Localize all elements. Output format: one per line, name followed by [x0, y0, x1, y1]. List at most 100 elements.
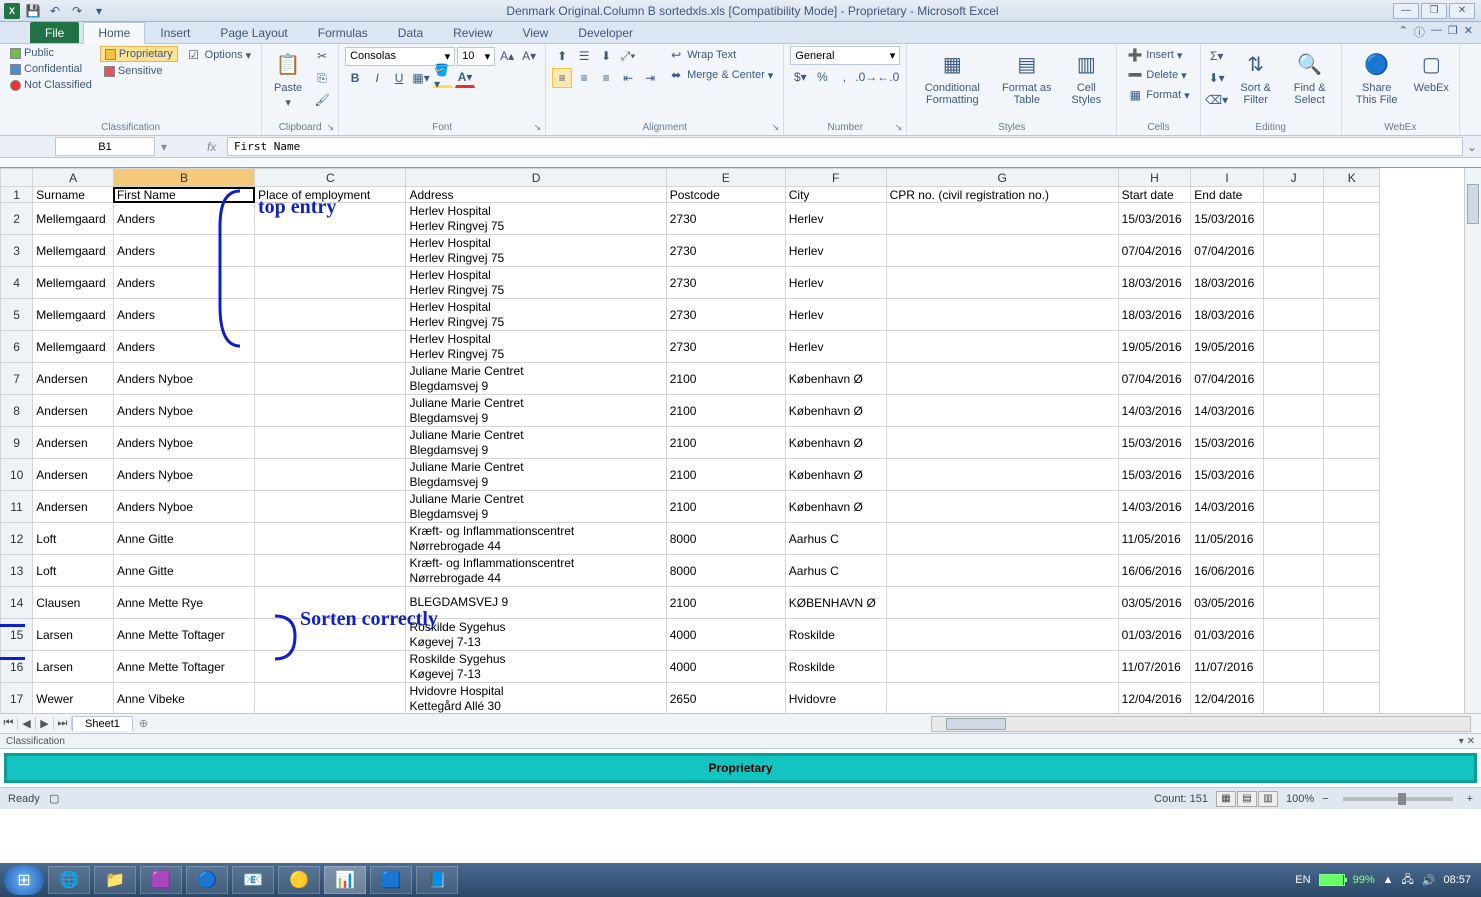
- tray-vol-icon[interactable]: 🔊: [1422, 874, 1436, 887]
- cell[interactable]: [255, 555, 406, 587]
- cell[interactable]: Postcode: [666, 187, 785, 203]
- tab-view[interactable]: View: [508, 22, 564, 43]
- cell[interactable]: Kræft- og Inflammationscentret Nørrebrog…: [406, 523, 666, 555]
- cell[interactable]: Juliane Marie Centret Blegdamsvej 9: [406, 491, 666, 523]
- mdi-min-icon[interactable]: —: [1431, 24, 1442, 40]
- row-header[interactable]: 10: [1, 459, 33, 491]
- cell[interactable]: Roskilde: [785, 651, 886, 683]
- tab-data[interactable]: Data: [383, 22, 438, 43]
- cell[interactable]: [1324, 235, 1380, 267]
- share-file-button[interactable]: 🔵Share This File: [1348, 46, 1406, 108]
- cell[interactable]: KØBENHAVN Ø: [785, 587, 886, 619]
- cell[interactable]: 15/03/2016: [1191, 427, 1264, 459]
- cell[interactable]: [1324, 187, 1380, 203]
- cell[interactable]: Wewer: [33, 683, 114, 714]
- row-header[interactable]: 3: [1, 235, 33, 267]
- row-header[interactable]: 4: [1, 267, 33, 299]
- cell[interactable]: 01/03/2016: [1118, 619, 1191, 651]
- insert-button[interactable]: ➕Insert▾: [1123, 46, 1193, 64]
- taskbar-ie-icon[interactable]: 🌐: [48, 866, 90, 894]
- cell[interactable]: [255, 427, 406, 459]
- cell[interactable]: [1263, 619, 1324, 651]
- cell[interactable]: 2100: [666, 587, 785, 619]
- percent-icon[interactable]: %: [812, 67, 832, 87]
- col-header[interactable]: K: [1324, 169, 1380, 187]
- cell[interactable]: 2730: [666, 267, 785, 299]
- cell[interactable]: Loft: [33, 555, 114, 587]
- cell[interactable]: 18/03/2016: [1118, 267, 1191, 299]
- indent-dec-icon[interactable]: ⇤: [618, 68, 638, 88]
- cell[interactable]: [255, 523, 406, 555]
- cell[interactable]: Roskilde Sygehus Køgevej 7-13: [406, 651, 666, 683]
- cell[interactable]: [255, 363, 406, 395]
- vertical-scrollbar[interactable]: [1464, 168, 1481, 713]
- public-btn[interactable]: Public: [6, 46, 96, 60]
- cell[interactable]: [1263, 395, 1324, 427]
- row-header[interactable]: 12: [1, 523, 33, 555]
- cell[interactable]: Herlev: [785, 267, 886, 299]
- cell[interactable]: Juliane Marie Centret Blegdamsvej 9: [406, 395, 666, 427]
- cell[interactable]: 4000: [666, 651, 785, 683]
- cell[interactable]: 2730: [666, 203, 785, 235]
- cell[interactable]: 16/06/2016: [1118, 555, 1191, 587]
- cell[interactable]: Andersen: [33, 395, 114, 427]
- row-header[interactable]: 9: [1, 427, 33, 459]
- autosum-icon[interactable]: Σ▾: [1207, 46, 1227, 66]
- fill-color-icon[interactable]: 🪣▾: [433, 68, 453, 88]
- col-header[interactable]: F: [785, 169, 886, 187]
- cell[interactable]: 12/04/2016: [1191, 683, 1264, 714]
- cell[interactable]: Place of employment: [255, 187, 406, 203]
- cell[interactable]: 03/05/2016: [1191, 587, 1264, 619]
- cell[interactable]: [1324, 459, 1380, 491]
- cell[interactable]: [255, 267, 406, 299]
- align-right-icon[interactable]: ≡: [596, 68, 616, 88]
- tab-formulas[interactable]: Formulas: [303, 22, 383, 43]
- battery-icon[interactable]: [1319, 874, 1345, 886]
- grow-font-icon[interactable]: A▴: [497, 46, 517, 66]
- cell[interactable]: 11/05/2016: [1191, 523, 1264, 555]
- taskbar-word-icon[interactable]: 📘: [416, 866, 458, 894]
- cell[interactable]: Herlev Hospital Herlev Ringvej 75: [406, 203, 666, 235]
- col-header[interactable]: I: [1191, 169, 1264, 187]
- cell[interactable]: [886, 523, 1118, 555]
- copy-icon[interactable]: ⎘: [312, 68, 332, 88]
- col-header[interactable]: J: [1263, 169, 1324, 187]
- taskbar-explorer-icon[interactable]: 📁: [94, 866, 136, 894]
- cell[interactable]: [255, 491, 406, 523]
- redo-icon[interactable]: ↷: [68, 2, 86, 20]
- alignment-launcher-icon[interactable]: ↘: [772, 122, 780, 133]
- cell[interactable]: [1324, 203, 1380, 235]
- cell[interactable]: 07/04/2016: [1118, 363, 1191, 395]
- cell[interactable]: 11/07/2016: [1118, 651, 1191, 683]
- undo-icon[interactable]: ↶: [46, 2, 64, 20]
- number-launcher-icon[interactable]: ↘: [895, 122, 903, 133]
- taskbar-chrome-icon[interactable]: 🟡: [278, 866, 320, 894]
- close-button[interactable]: ✕: [1449, 3, 1475, 19]
- cell[interactable]: 2100: [666, 427, 785, 459]
- cell[interactable]: [886, 555, 1118, 587]
- border-icon[interactable]: ▦▾: [411, 68, 431, 88]
- align-center-icon[interactable]: ≡: [574, 68, 594, 88]
- restore-button[interactable]: ❐: [1421, 3, 1447, 19]
- font-launcher-icon[interactable]: ↘: [534, 122, 542, 133]
- cell[interactable]: 14/03/2016: [1191, 491, 1264, 523]
- cell[interactable]: Anne Mette Rye: [113, 587, 254, 619]
- cell[interactable]: 2650: [666, 683, 785, 714]
- mdi-restore-icon[interactable]: ❐: [1448, 24, 1458, 40]
- cell[interactable]: Juliane Marie Centret Blegdamsvej 9: [406, 363, 666, 395]
- delete-button[interactable]: ➖Delete▾: [1123, 66, 1193, 84]
- cell[interactable]: 2100: [666, 491, 785, 523]
- cell[interactable]: [1263, 427, 1324, 459]
- taskbar-app2-icon[interactable]: 🔵: [186, 866, 228, 894]
- currency-icon[interactable]: $▾: [790, 67, 810, 87]
- cell[interactable]: Anders: [113, 331, 254, 363]
- tab-insert[interactable]: Insert: [145, 22, 205, 43]
- taskbar-excel-icon[interactable]: 📊: [324, 866, 366, 894]
- clipboard-launcher-icon[interactable]: ↘: [327, 122, 335, 133]
- cell[interactable]: [255, 587, 406, 619]
- new-sheet-icon[interactable]: ⊕: [133, 717, 154, 730]
- cell[interactable]: Herlev Hospital Herlev Ringvej 75: [406, 331, 666, 363]
- row-header[interactable]: 8: [1, 395, 33, 427]
- cell[interactable]: Mellemgaard: [33, 235, 114, 267]
- cell[interactable]: Mellemgaard: [33, 299, 114, 331]
